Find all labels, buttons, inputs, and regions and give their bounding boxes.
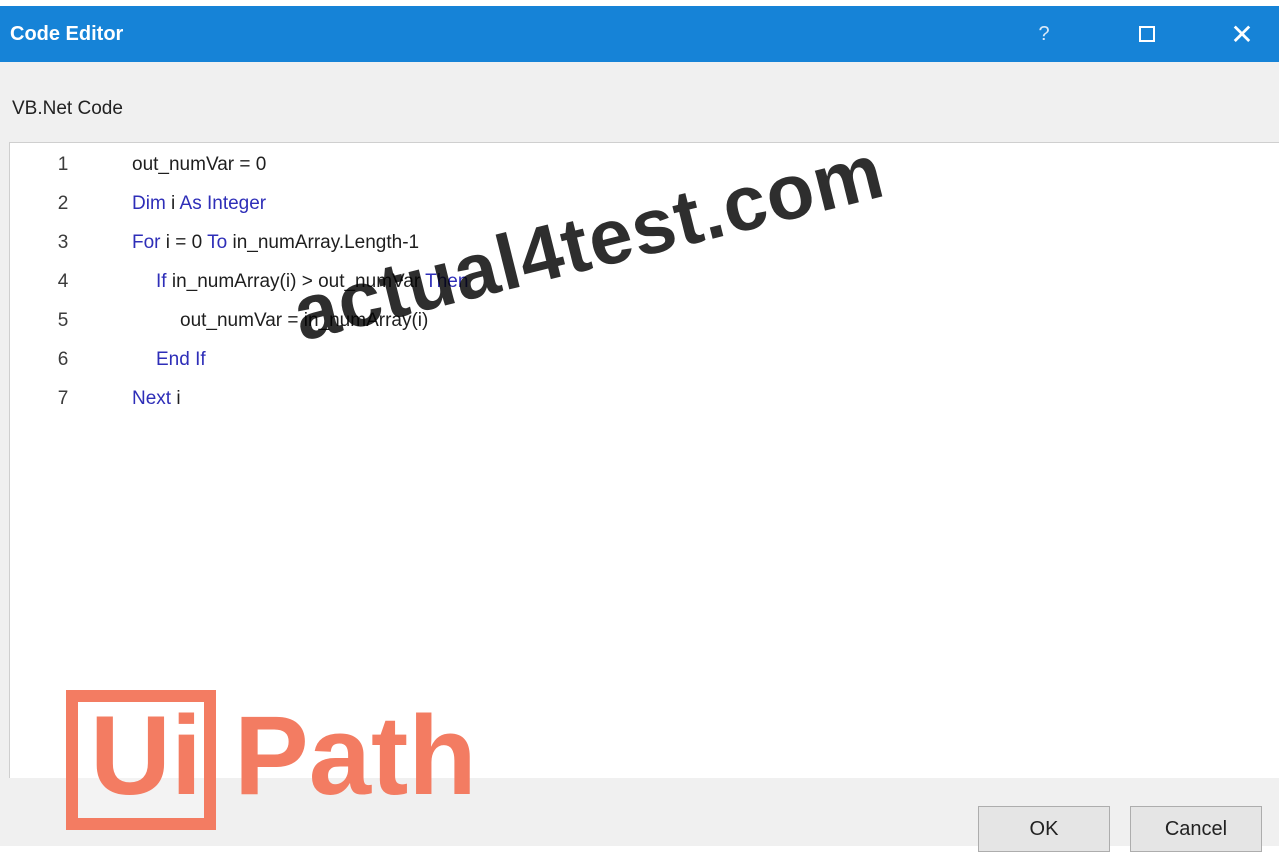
maximize-icon: [1139, 26, 1155, 42]
code-text: out_numVar = 0: [132, 149, 266, 181]
line-number: 2: [57, 193, 69, 214]
code-text: If in_numArray(i) > out_numVar Then: [156, 266, 468, 298]
close-button[interactable]: ✕: [1210, 6, 1274, 62]
code-line[interactable]: 1 out_numVar = 0: [10, 149, 910, 181]
code-keyword: End If: [156, 349, 206, 370]
line-number: 4: [57, 271, 69, 292]
code-keyword: For: [132, 232, 161, 253]
code-editor-window: Code Editor ? ✕ VB.Net Code 1 out_numVar …: [0, 6, 1279, 852]
code-editor-area[interactable]: 1 out_numVar = 0 2 Dim i As Integer 3 For i =…: [9, 142, 1279, 778]
code-line[interactable]: 4 If in_numArray(i) > out_numVar Then: [10, 266, 910, 298]
code-keyword: Then: [425, 271, 469, 292]
line-number: 6: [57, 349, 69, 370]
code-token: in_numArray.Length-1: [227, 232, 420, 253]
close-icon: ✕: [1230, 18, 1254, 50]
code-token: i = 0: [160, 232, 208, 253]
code-line[interactable]: 7 Next i: [10, 383, 910, 415]
code-keyword: Dim: [132, 193, 166, 214]
cancel-button[interactable]: Cancel: [1130, 806, 1262, 852]
code-text: out_numVar = in_numArray(i): [180, 305, 428, 337]
code-line[interactable]: 3 For i = 0 To in_numArray.Length-1: [10, 227, 910, 259]
code-token: i: [171, 388, 181, 409]
code-keyword: To: [207, 232, 228, 253]
title-bar[interactable]: Code Editor ? ✕: [0, 6, 1279, 62]
line-number: 7: [57, 388, 69, 409]
maximize-button[interactable]: [1115, 6, 1179, 62]
code-token: out_numVar = in_numArray(i): [180, 310, 429, 331]
code-line[interactable]: 6 End If: [10, 344, 910, 376]
code-keyword: Next: [132, 388, 172, 409]
code-line[interactable]: 2 Dim i As Integer: [10, 188, 910, 220]
line-number: 3: [57, 232, 69, 253]
language-label: VB.Net Code: [12, 98, 123, 119]
ok-button[interactable]: OK: [978, 806, 1110, 852]
code-text: Dim i As Integer: [132, 188, 266, 220]
code-line[interactable]: 5 out_numVar = in_numArray(i): [10, 305, 910, 337]
window-title: Code Editor: [10, 23, 124, 45]
code-keyword: If: [156, 271, 167, 292]
code-token: out_numVar = 0: [132, 154, 267, 175]
help-icon: ?: [1038, 22, 1050, 45]
code-text: Next i: [132, 383, 181, 415]
code-text: For i = 0 To in_numArray.Length-1: [132, 227, 419, 259]
line-number: 1: [57, 154, 69, 175]
code-keyword: As Integer: [179, 193, 267, 214]
code-token: in_numArray(i) > out_numVar: [166, 271, 426, 292]
line-number: 5: [57, 310, 69, 331]
help-button[interactable]: ?: [1012, 6, 1076, 62]
code-text: End If: [156, 344, 206, 376]
code-token: i: [165, 193, 180, 214]
